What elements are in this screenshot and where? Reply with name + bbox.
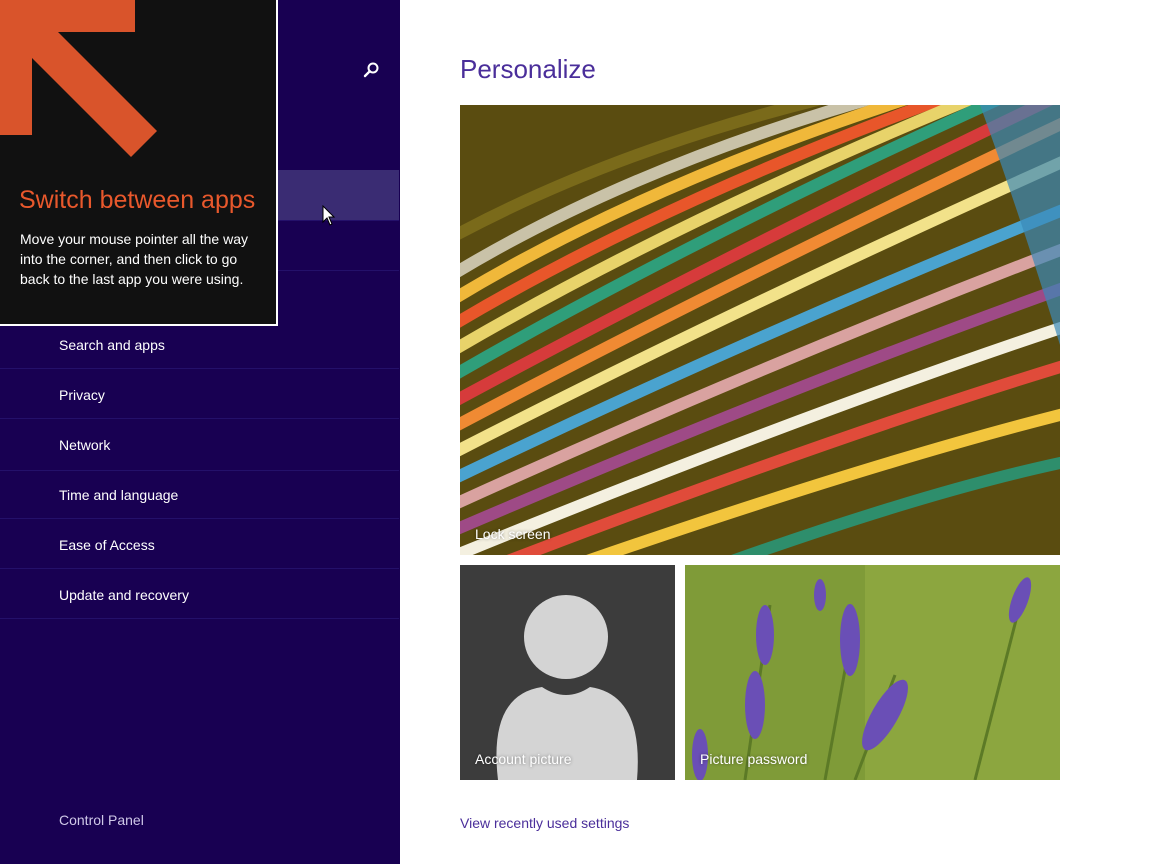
lavender-image <box>685 565 1060 780</box>
search-button[interactable] <box>358 58 384 84</box>
switch-apps-hint: Switch between apps Move your mouse poin… <box>0 0 278 326</box>
sidebar-item-label: Network <box>59 437 111 453</box>
search-icon <box>363 62 379 78</box>
sidebar-item-ease-of-access[interactable]: Ease of Access <box>0 520 399 570</box>
sidebar-item-label: Ease of Access <box>59 537 155 553</box>
account-picture-tile[interactable]: Account picture <box>460 565 675 780</box>
sidebar-item-label: Update and recovery <box>59 587 189 603</box>
sidebar-item-search-and-apps[interactable]: Search and apps <box>0 320 399 370</box>
sidebar-item-update-and-recovery[interactable]: Update and recovery <box>0 570 399 620</box>
lock-screen-tile[interactable]: Lock screen <box>460 105 1060 555</box>
lock-screen-label: Lock screen <box>475 526 551 542</box>
hint-body: Move your mouse pointer all the way into… <box>20 231 248 287</box>
hint-title: Switch between apps <box>19 186 256 214</box>
sidebar-item-label: Search and apps <box>59 337 165 353</box>
view-recent-settings-link[interactable]: View recently used settings <box>460 815 629 831</box>
control-panel-link[interactable]: Control Panel <box>59 812 144 828</box>
sidebar-item-network[interactable]: Network <box>0 420 399 470</box>
lock-screen-image <box>460 105 1060 555</box>
default-avatar-icon <box>460 565 675 780</box>
sidebar-item-time-and-language[interactable]: Time and language <box>0 470 399 520</box>
sidebar-item-label: Time and language <box>59 487 179 503</box>
picture-password-label: Picture password <box>700 751 808 767</box>
account-picture-label: Account picture <box>475 751 572 767</box>
corner-arrow-icon <box>0 0 157 157</box>
picture-password-tile[interactable]: Picture password <box>685 565 1060 780</box>
sidebar-item-privacy[interactable]: Privacy <box>0 370 399 420</box>
sidebar-item-label: Privacy <box>59 387 105 403</box>
page-title: Personalize <box>460 54 596 84</box>
mouse-pointer-icon <box>322 205 336 226</box>
